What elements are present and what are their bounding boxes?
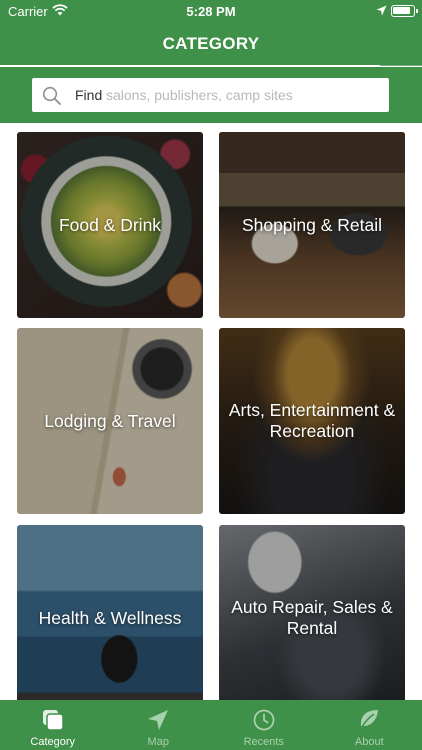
category-label: Health & Wellness	[38, 607, 182, 628]
category-label: Food & Drink	[58, 214, 162, 235]
status-time: 5:28 PM	[186, 4, 236, 19]
search-area: Find	[0, 67, 422, 123]
category-tile-shopping-retail[interactable]: Shopping & Retail	[219, 132, 405, 318]
page-title: CATEGORY	[162, 34, 260, 53]
tab-bar: Category Map Recents About	[0, 700, 422, 750]
tab-label: About	[354, 736, 384, 748]
tab-label: Category	[30, 736, 76, 748]
tab-recents[interactable]: Recents	[211, 700, 317, 750]
category-tile-auto-repair[interactable]: Auto Repair, Sales & Rental	[219, 525, 405, 700]
category-tile-health-wellness[interactable]: Health & Wellness	[17, 525, 203, 700]
search-input[interactable]	[106, 82, 376, 108]
category-label: Shopping & Retail	[241, 214, 383, 235]
battery-icon	[391, 5, 418, 17]
tab-about[interactable]: About	[317, 700, 422, 750]
status-bar: Carrier 5:28 PM	[0, 0, 422, 22]
search-box[interactable]: Find	[32, 78, 389, 112]
category-icon	[40, 708, 66, 732]
category-tile-food-drink[interactable]: Food & Drink	[17, 132, 203, 318]
category-label: Auto Repair, Sales & Rental	[231, 597, 393, 638]
tab-map[interactable]: Map	[106, 700, 212, 750]
tab-label: Map	[147, 736, 169, 748]
navigation-bar: CATEGORY	[0, 22, 422, 66]
category-grid[interactable]: Food & Drink Shopping & Retail Lodging &…	[0, 123, 422, 700]
map-arrow-icon	[145, 708, 171, 732]
category-tile-lodging-travel[interactable]: Lodging & Travel	[17, 328, 203, 514]
recents-clock-icon	[251, 708, 277, 732]
search-icon	[42, 86, 62, 111]
search-prefix-label: Find	[75, 87, 103, 103]
category-tile-arts-entertainment[interactable]: Arts, Entertainment & Recreation	[219, 328, 405, 514]
tab-category[interactable]: Category	[0, 700, 106, 750]
category-label: Arts, Entertainment & Recreation	[228, 400, 396, 441]
tab-label: Recents	[243, 736, 284, 748]
location-arrow-icon	[376, 4, 387, 19]
leaf-icon	[356, 708, 382, 732]
category-label: Lodging & Travel	[44, 410, 176, 431]
